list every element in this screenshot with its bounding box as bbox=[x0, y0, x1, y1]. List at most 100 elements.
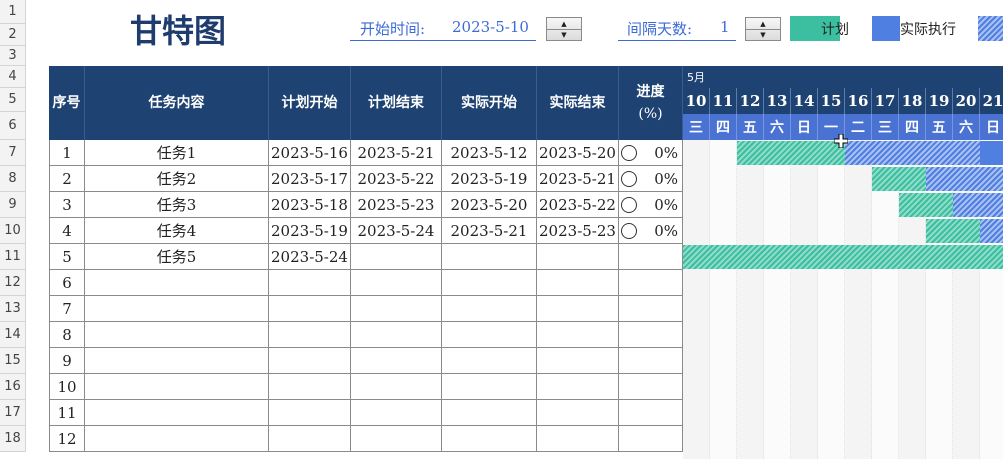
table-cell-plan-start[interactable] bbox=[269, 400, 351, 426]
table-cell-actual-end[interactable] bbox=[537, 400, 619, 426]
table-cell-actual-start[interactable] bbox=[442, 244, 537, 270]
table-cell-seq[interactable]: 11 bbox=[49, 400, 85, 426]
table-cell-plan-end[interactable] bbox=[351, 244, 442, 270]
table-cell-task[interactable]: 任务2 bbox=[85, 166, 269, 192]
table-cell-plan-start[interactable]: 2023-5-24 bbox=[269, 244, 351, 270]
table-cell-actual-start[interactable]: 2023-5-20 bbox=[442, 192, 537, 218]
table-cell-actual-start[interactable] bbox=[442, 296, 537, 322]
table-cell-seq[interactable]: 2 bbox=[49, 166, 85, 192]
start-date-value[interactable]: 2023-5-10 bbox=[452, 18, 529, 36]
sheet-row-header[interactable]: 10 bbox=[0, 218, 26, 244]
table-cell-task[interactable] bbox=[85, 426, 269, 452]
progress-radio-icon[interactable] bbox=[621, 144, 637, 161]
table-cell-plan-end[interactable] bbox=[351, 426, 442, 452]
table-cell-actual-start[interactable] bbox=[442, 374, 537, 400]
progress-cell[interactable] bbox=[619, 244, 683, 270]
table-cell-plan-end[interactable] bbox=[351, 322, 442, 348]
table-cell-task[interactable] bbox=[85, 400, 269, 426]
progress-cell[interactable] bbox=[619, 374, 683, 400]
sheet-row-header[interactable]: 4 bbox=[0, 66, 26, 88]
table-cell-actual-start[interactable] bbox=[442, 426, 537, 452]
sheet-row-header[interactable]: 11 bbox=[0, 244, 26, 270]
sheet-row-header[interactable]: 12 bbox=[0, 270, 26, 296]
table-cell-plan-end[interactable] bbox=[351, 374, 442, 400]
spin-down-icon[interactable]: ▼ bbox=[746, 29, 780, 40]
table-cell-seq[interactable]: 1 bbox=[49, 140, 85, 166]
table-cell-actual-end[interactable]: 2023-5-23 bbox=[537, 218, 619, 244]
start-date-spinner[interactable]: ▲ ▼ bbox=[546, 17, 582, 41]
table-cell-actual-end[interactable] bbox=[537, 348, 619, 374]
progress-cell[interactable] bbox=[619, 270, 683, 296]
table-cell-task[interactable]: 任务4 bbox=[85, 218, 269, 244]
sheet-row-header[interactable]: 7 bbox=[0, 140, 26, 166]
progress-cell[interactable] bbox=[619, 296, 683, 322]
table-cell-actual-start[interactable] bbox=[442, 348, 537, 374]
progress-cell[interactable]: 0% bbox=[619, 166, 683, 192]
table-cell-seq[interactable]: 6 bbox=[49, 270, 85, 296]
progress-radio-icon[interactable] bbox=[621, 170, 637, 187]
sheet-row-header[interactable]: 2 bbox=[0, 24, 26, 46]
table-cell-plan-start[interactable]: 2023-5-19 bbox=[269, 218, 351, 244]
table-cell-plan-end[interactable] bbox=[351, 348, 442, 374]
table-cell-plan-end[interactable]: 2023-5-23 bbox=[351, 192, 442, 218]
interval-value[interactable]: 1 bbox=[720, 18, 730, 36]
progress-cell[interactable]: 0% bbox=[619, 218, 683, 244]
table-cell-plan-end[interactable]: 2023-5-21 bbox=[351, 140, 442, 166]
sheet-row-header[interactable]: 17 bbox=[0, 400, 26, 426]
table-cell-seq[interactable]: 8 bbox=[49, 322, 85, 348]
table-cell-task[interactable]: 任务5 bbox=[85, 244, 269, 270]
spin-down-icon[interactable]: ▼ bbox=[547, 29, 581, 40]
table-cell-plan-start[interactable]: 2023-5-17 bbox=[269, 166, 351, 192]
table-cell-actual-start[interactable] bbox=[442, 400, 537, 426]
table-cell-actual-end[interactable]: 2023-5-22 bbox=[537, 192, 619, 218]
table-cell-plan-end[interactable] bbox=[351, 400, 442, 426]
table-cell-seq[interactable]: 10 bbox=[49, 374, 85, 400]
interval-spinner[interactable]: ▲ ▼ bbox=[745, 17, 781, 41]
progress-cell[interactable] bbox=[619, 322, 683, 348]
sheet-row-header[interactable]: 6 bbox=[0, 112, 26, 140]
table-cell-task[interactable] bbox=[85, 296, 269, 322]
table-cell-actual-start[interactable] bbox=[442, 270, 537, 296]
table-cell-plan-end[interactable] bbox=[351, 296, 442, 322]
table-cell-plan-end[interactable] bbox=[351, 270, 442, 296]
table-cell-plan-start[interactable] bbox=[269, 322, 351, 348]
sheet-row-header[interactable]: 15 bbox=[0, 348, 26, 374]
table-cell-plan-start[interactable] bbox=[269, 374, 351, 400]
sheet-row-header[interactable]: 13 bbox=[0, 296, 26, 322]
progress-cell[interactable]: 0% bbox=[619, 192, 683, 218]
table-cell-actual-start[interactable] bbox=[442, 322, 537, 348]
progress-cell[interactable] bbox=[619, 348, 683, 374]
table-cell-task[interactable]: 任务1 bbox=[85, 140, 269, 166]
table-cell-actual-end[interactable] bbox=[537, 322, 619, 348]
table-cell-task[interactable] bbox=[85, 374, 269, 400]
table-cell-plan-start[interactable] bbox=[269, 296, 351, 322]
table-cell-actual-end[interactable] bbox=[537, 374, 619, 400]
sheet-row-header[interactable]: 8 bbox=[0, 166, 26, 192]
table-cell-seq[interactable]: 12 bbox=[49, 426, 85, 452]
sheet-row-header[interactable]: 16 bbox=[0, 374, 26, 400]
table-cell-actual-end[interactable] bbox=[537, 270, 619, 296]
sheet-row-header[interactable]: 5 bbox=[0, 88, 26, 112]
table-cell-actual-end[interactable]: 2023-5-20 bbox=[537, 140, 619, 166]
table-cell-actual-end[interactable] bbox=[537, 426, 619, 452]
table-cell-seq[interactable]: 4 bbox=[49, 218, 85, 244]
table-cell-task[interactable]: 任务3 bbox=[85, 192, 269, 218]
sheet-row-header[interactable]: 18 bbox=[0, 426, 26, 452]
table-cell-plan-start[interactable] bbox=[269, 270, 351, 296]
table-cell-seq[interactable]: 9 bbox=[49, 348, 85, 374]
progress-cell[interactable]: 0% bbox=[619, 140, 683, 166]
progress-cell[interactable] bbox=[619, 426, 683, 452]
table-cell-plan-start[interactable] bbox=[269, 426, 351, 452]
table-cell-actual-start[interactable]: 2023-5-12 bbox=[442, 140, 537, 166]
progress-cell[interactable] bbox=[619, 400, 683, 426]
table-cell-actual-end[interactable] bbox=[537, 296, 619, 322]
table-cell-seq[interactable]: 3 bbox=[49, 192, 85, 218]
table-cell-actual-end[interactable] bbox=[537, 244, 619, 270]
sheet-row-header[interactable]: 3 bbox=[0, 46, 26, 66]
table-cell-actual-start[interactable]: 2023-5-21 bbox=[442, 218, 537, 244]
table-cell-plan-end[interactable]: 2023-5-24 bbox=[351, 218, 442, 244]
table-cell-actual-end[interactable]: 2023-5-21 bbox=[537, 166, 619, 192]
table-cell-task[interactable] bbox=[85, 270, 269, 296]
sheet-row-header[interactable]: 1 bbox=[0, 0, 26, 24]
table-cell-seq[interactable]: 5 bbox=[49, 244, 85, 270]
